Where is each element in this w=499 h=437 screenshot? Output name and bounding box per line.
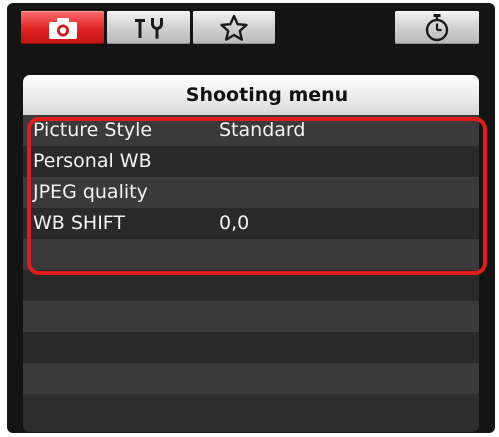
shooting-menu: Shooting menu Picture Style Standard Per…: [23, 75, 479, 432]
menu-item-wb-shift[interactable]: WB SHIFT 0,0: [23, 208, 479, 239]
menu-item-personal-wb[interactable]: Personal WB: [23, 146, 479, 177]
stopwatch-icon: [423, 13, 451, 43]
empty-row: [23, 270, 479, 301]
camera-icon: [47, 16, 79, 40]
menu-item-value: 0,0: [219, 212, 250, 234]
menu-item-value: Standard: [219, 119, 306, 141]
menu-title: Shooting menu: [23, 75, 479, 115]
menu-item-label: Picture Style: [33, 119, 153, 141]
menu-item-label: WB SHIFT: [33, 212, 126, 234]
wrench-icon: [131, 15, 167, 41]
empty-row: [23, 239, 479, 270]
empty-row: [23, 301, 479, 332]
empty-row: [23, 332, 479, 363]
menu-item-label: JPEG quality: [33, 181, 148, 203]
empty-row: [23, 363, 479, 394]
tab-my-menu[interactable]: [193, 11, 275, 44]
menu-item-picture-style[interactable]: Picture Style Standard: [23, 115, 479, 146]
tab-shooting[interactable]: [21, 11, 104, 44]
tab-timer[interactable]: [395, 11, 479, 44]
star-icon: [219, 14, 249, 42]
menu-item-label: Personal WB: [33, 150, 152, 172]
menu-item-jpeg-quality[interactable]: JPEG quality: [23, 177, 479, 208]
tab-setup[interactable]: [107, 11, 190, 44]
menu-list: Picture Style Standard Personal WB JPEG …: [23, 115, 479, 394]
